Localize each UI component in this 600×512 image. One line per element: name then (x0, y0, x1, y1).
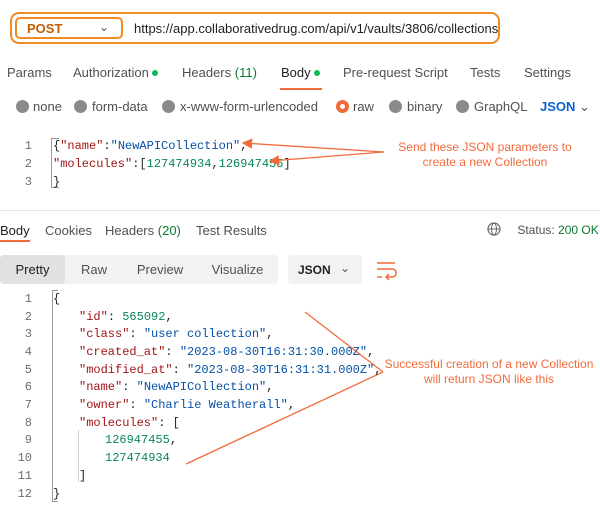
annotation-line: Successful creation of a new Collection (384, 357, 594, 371)
tab-test-results[interactable]: Test Results (196, 223, 267, 238)
code-line: ] (79, 469, 87, 483)
line-number: 10 (17, 451, 32, 465)
code-line: "name": "NewAPICollection", (79, 380, 274, 394)
wrap-lines-button[interactable] (371, 255, 401, 284)
view-visualize-button[interactable]: Visualize (197, 255, 278, 284)
status-value: 200 OK (558, 223, 599, 237)
tab-response-body[interactable]: Body (0, 223, 30, 238)
code-line: "molecules": [ (79, 416, 180, 430)
code-line: { (53, 292, 61, 306)
line-number: 8 (24, 416, 32, 430)
arrow-to-molecules-line (268, 151, 385, 166)
code-line: 126947455, (105, 433, 178, 447)
line-number: 2 (24, 310, 32, 324)
tab-cookies[interactable]: Cookies (45, 223, 92, 238)
response-format-select[interactable]: JSON ⌄ (288, 255, 362, 284)
code-line: "id": 565092, (79, 310, 173, 324)
response-format-label: JSON (298, 263, 331, 277)
arrow-to-name-line (241, 138, 385, 153)
line-number: 11 (17, 469, 32, 483)
response-annotation: Successful creation of a new Collection … (383, 357, 595, 387)
line-number: 12 (17, 487, 32, 501)
response-status: Status: 200 OK (487, 223, 599, 237)
line-number: 4 (24, 345, 32, 359)
tab-response-headers-label: Headers (105, 223, 155, 238)
code-line: "owner": "Charlie Weatherall", (79, 398, 296, 412)
code-line: } (53, 487, 61, 501)
view-mode-toggle: Pretty Raw Preview Visualize (0, 255, 278, 284)
tab-test-results-label: Test Results (196, 223, 267, 238)
line-number: 3 (24, 327, 32, 341)
annotation-line: will return JSON like this (423, 372, 555, 386)
section-divider (0, 210, 600, 211)
chevron-down-icon: ⌄ (340, 261, 351, 275)
code-line: "modified_at": "2023-08-30T16:31:31.000Z… (79, 363, 382, 377)
line-number: 1 (24, 292, 32, 306)
status-label: Status: (517, 223, 555, 237)
bracket-match-highlight (52, 290, 58, 502)
tab-response-headers-count: (20) (157, 223, 181, 238)
active-response-tab-indicator (0, 240, 30, 242)
line-number: 7 (24, 398, 32, 412)
view-raw-button[interactable]: Raw (65, 255, 123, 284)
tab-response-headers[interactable]: Headers (20) (105, 223, 181, 238)
line-number: 5 (24, 363, 32, 377)
code-line: "class": "user collection", (79, 327, 274, 341)
code-line: 127474934 (105, 451, 170, 465)
view-pretty-button[interactable]: Pretty (0, 255, 65, 284)
line-number: 9 (24, 433, 32, 447)
line-number: 6 (24, 380, 32, 394)
tab-response-body-label: Body (0, 223, 30, 238)
code-line: "created_at": "2023-08-30T16:31:30.000Z"… (79, 345, 375, 359)
view-preview-button[interactable]: Preview (123, 255, 197, 284)
tab-cookies-label: Cookies (45, 223, 92, 238)
